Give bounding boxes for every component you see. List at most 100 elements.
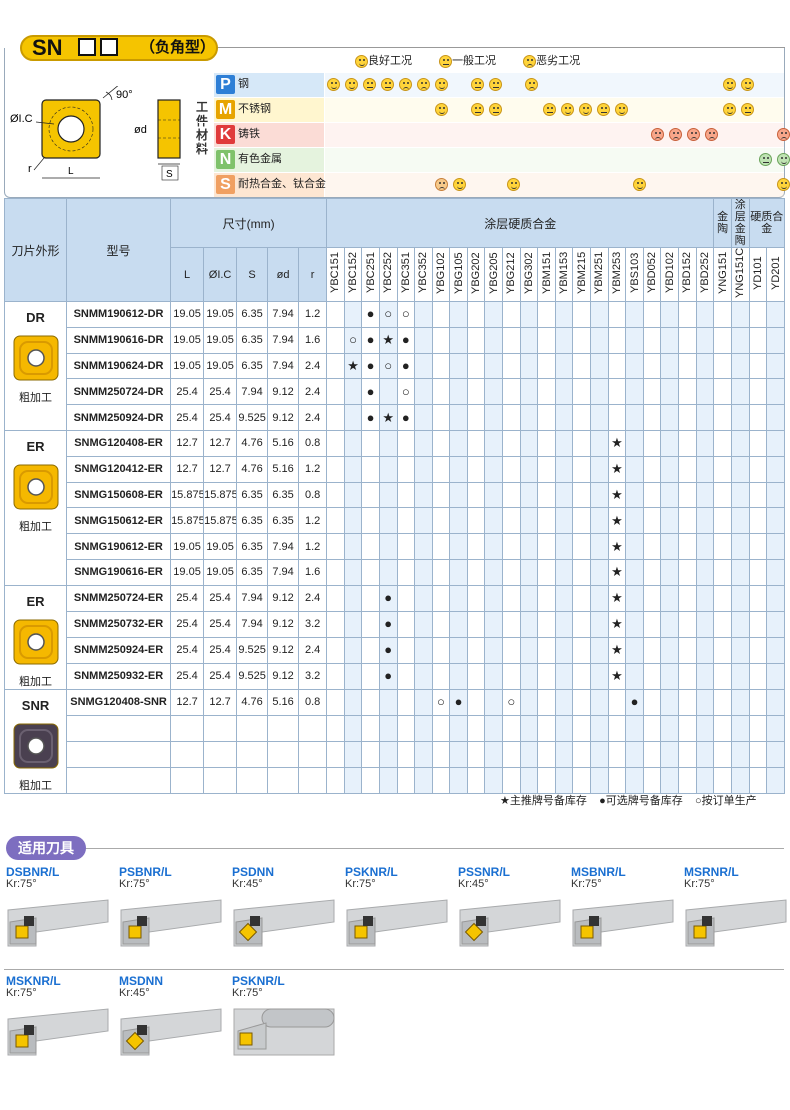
grade-cell: [695, 636, 715, 664]
grade-cell: [537, 429, 556, 457]
grade-cell: [695, 481, 715, 509]
dim-header: L: [170, 247, 205, 302]
model-cell: [66, 714, 172, 742]
grade-cell: [378, 507, 398, 535]
grade-cell: [678, 584, 697, 612]
happy-face-icon: [561, 103, 574, 116]
grade-cell: [326, 714, 345, 742]
dim-cell-l: [170, 740, 205, 768]
grade-cell: [642, 404, 662, 431]
grade-cell: [642, 662, 662, 690]
grade-mark: ★: [611, 642, 623, 658]
dim-cell-s: [236, 714, 269, 742]
grade-cell: [678, 481, 697, 509]
grade-cell: [396, 714, 416, 742]
col-coated: 涂层硬质合金: [326, 198, 715, 248]
grade-cell: [625, 326, 644, 354]
tool-name: PSSNR/L: [458, 865, 511, 879]
table-row: [5, 740, 785, 768]
legend-bad: 恶劣工况: [523, 52, 580, 68]
sad-face-icon: [525, 78, 538, 91]
dim-cell-ic: [203, 714, 238, 742]
grade-cell: [502, 558, 521, 586]
grade-cell: [466, 301, 486, 328]
dim-cell-s: 6.35: [236, 481, 269, 509]
dim-cell-ic: 19.05: [203, 533, 238, 560]
grade-cell: [572, 507, 592, 535]
grade-cell: [449, 766, 468, 794]
grade-cell: ★: [607, 507, 627, 535]
table-row: SNMM250924-DR 25.4 25.4 9.525 9.12 2.4 ● ★ ●: [5, 404, 785, 431]
grade-cell: [343, 378, 363, 406]
grade-cell: [713, 688, 732, 716]
grade-cell: [431, 610, 451, 638]
grade-cell: [343, 714, 363, 742]
material-row-k: K 铸铁: [198, 122, 790, 147]
dim-cell-ic: 15.875: [203, 481, 238, 509]
dim-header: S: [236, 247, 269, 302]
grade-cell: [343, 610, 363, 638]
material-name: 钢: [238, 78, 249, 90]
model-cell: SNMM250724-DR: [66, 378, 172, 406]
grade-cell: [466, 507, 486, 535]
material-strip: [325, 173, 784, 197]
grade-mark: ★: [611, 590, 623, 606]
grade-cell: ●: [361, 404, 380, 431]
grade-cell: [695, 507, 715, 535]
grade-cell: [766, 352, 785, 380]
dim-cell-s: 7.94: [236, 610, 269, 638]
grade-cell: ★: [607, 558, 627, 586]
grade-mark: ●: [366, 306, 375, 322]
grade-cell: [466, 481, 486, 509]
model-cell: SNMM250924-DR: [66, 404, 172, 431]
grade-cell: [449, 558, 468, 586]
grade-cell: [642, 610, 662, 638]
grade-cell: [378, 378, 398, 406]
grade-cell: ★: [378, 404, 398, 431]
happy-face-icon: [633, 178, 646, 191]
grade-mark: ○: [437, 694, 445, 710]
l-label: L: [68, 166, 74, 177]
grade-header: YNG151: [716, 251, 729, 295]
grade-header-cell: YBM215: [572, 247, 592, 302]
grade-cell: [660, 301, 679, 328]
grade-cell: ●: [396, 326, 416, 354]
dim-cell-s: 7.94: [236, 584, 269, 612]
tool-holder: PSDNN Kr:45°: [232, 866, 342, 950]
grade-cell: [431, 404, 451, 431]
tool-holder: PSSNR/L Kr:45°: [458, 866, 568, 950]
dim-cell-ic: 25.4: [203, 404, 238, 431]
grade-cell: [713, 584, 732, 612]
model-cell: SNMM250924-ER: [66, 636, 172, 664]
grade-cell: [730, 533, 750, 560]
model-cell: SNMM250732-ER: [66, 610, 172, 638]
grade-cell: [590, 688, 609, 716]
grade-cell: [343, 740, 363, 768]
grade-cell: [519, 766, 539, 794]
happy-face-icon: [453, 178, 466, 191]
dim-cell-ic: 19.05: [203, 326, 238, 354]
grade-cell: [766, 558, 785, 586]
grade-cell: [660, 352, 679, 380]
grade-cell: [590, 352, 609, 380]
grade-cell: [695, 429, 715, 457]
grade-cell: [713, 301, 732, 328]
grade-header: YD201: [769, 256, 782, 290]
dim-cell-l: 15.875: [170, 507, 205, 535]
grade-cell: [660, 404, 679, 431]
grade-cell: [326, 740, 345, 768]
dim-cell-d: 7.94: [267, 533, 300, 560]
model-cell: SNMM250932-ER: [66, 662, 172, 690]
dim-cell-r: 2.4: [298, 352, 328, 380]
dim-cell-ic: 25.4: [203, 378, 238, 406]
grade-cell: [361, 584, 380, 612]
grade-cell: [590, 662, 609, 690]
dim-cell-ic: 19.05: [203, 301, 238, 328]
happy-face-icon: [723, 78, 736, 91]
grade-cell: [361, 455, 380, 483]
dim-cell-ic: 25.4: [203, 610, 238, 638]
grade-cell: [554, 558, 574, 586]
dim-cell-l: 15.875: [170, 481, 205, 509]
grade-cell: [396, 429, 416, 457]
grade-cell: [766, 455, 785, 483]
